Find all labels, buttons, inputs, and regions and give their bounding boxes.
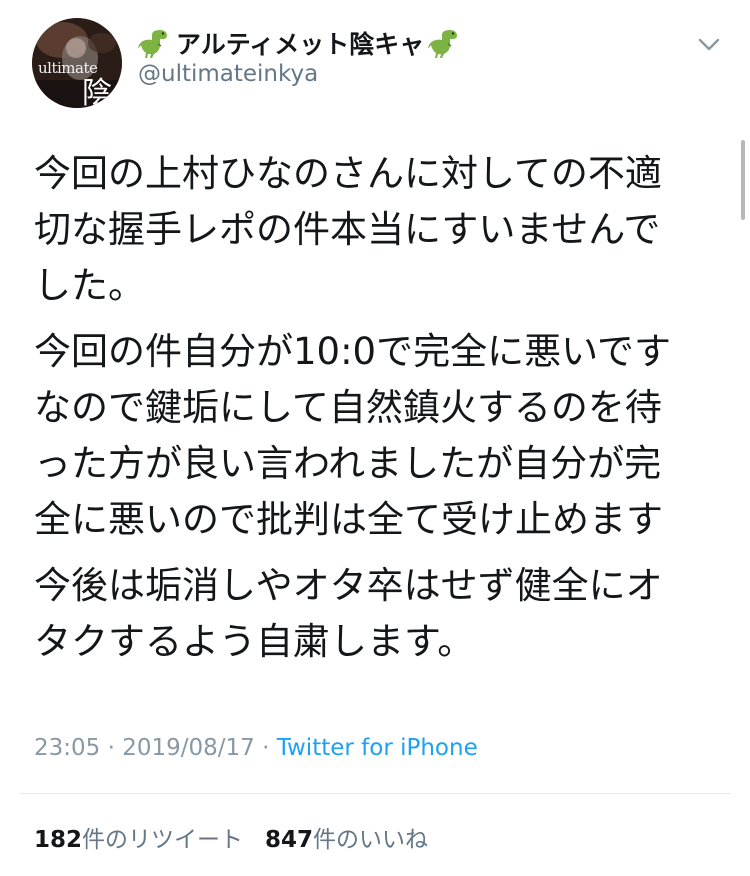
avatar-kanji: 陰: [82, 76, 112, 108]
divider: [20, 793, 730, 794]
retweets-label: 件のリツイート: [82, 827, 244, 853]
tweet-paragraph: 今回の件自分が10:0で完全に悪いです なので鍵垢にして自然鎮火するのを待 った…: [34, 330, 671, 541]
tweet-meta: 23:05 · 2019/08/17 · Twitter for iPhone: [34, 735, 478, 761]
tweet-stats: 182件のリツイート 847件のいいね: [34, 820, 428, 854]
tweet-paragraph: 今後は垢消しやオタ卒はせず健全にオ タクするよう自粛します。: [34, 564, 663, 663]
retweets-stat[interactable]: 182件のリツイート: [34, 827, 243, 853]
meta-separator: ·: [262, 735, 270, 761]
likes-count: 847: [265, 827, 314, 853]
tweet-source-link[interactable]: Twitter for iPhone: [277, 735, 478, 761]
dinosaur-icon: [138, 30, 167, 58]
likes-stat[interactable]: 847件のいいね: [265, 827, 428, 853]
author-handle[interactable]: @ultimateinkya: [138, 61, 318, 87]
meta-separator: ·: [107, 735, 115, 761]
tweet-paragraph: 今回の上村ひなのさんに対しての不適 切な握手レポの件本当にすいませんで した。: [34, 152, 662, 307]
chevron-down-icon[interactable]: [698, 38, 720, 52]
likes-label: 件のいいね: [313, 827, 429, 853]
tweet-text: 今回の上村ひなのさんに対しての不適 切な握手レポの件本当にすいませんで した。 …: [34, 146, 724, 680]
dinosaur-icon: [428, 30, 458, 58]
avatar[interactable]: ultimate 陰: [32, 18, 122, 108]
display-name: アルティメット陰キャ: [176, 30, 425, 59]
tweet-date[interactable]: 2019/08/17: [122, 735, 255, 761]
author-name-row[interactable]: アルティメット陰キャ: [138, 26, 462, 60]
tweet-time[interactable]: 23:05: [34, 735, 100, 761]
retweets-count: 182: [34, 827, 83, 853]
scrollbar[interactable]: [741, 140, 745, 220]
tweet-detail: ultimate 陰 アルティメット陰キャ @ultimateinkya 今回の…: [0, 0, 750, 876]
